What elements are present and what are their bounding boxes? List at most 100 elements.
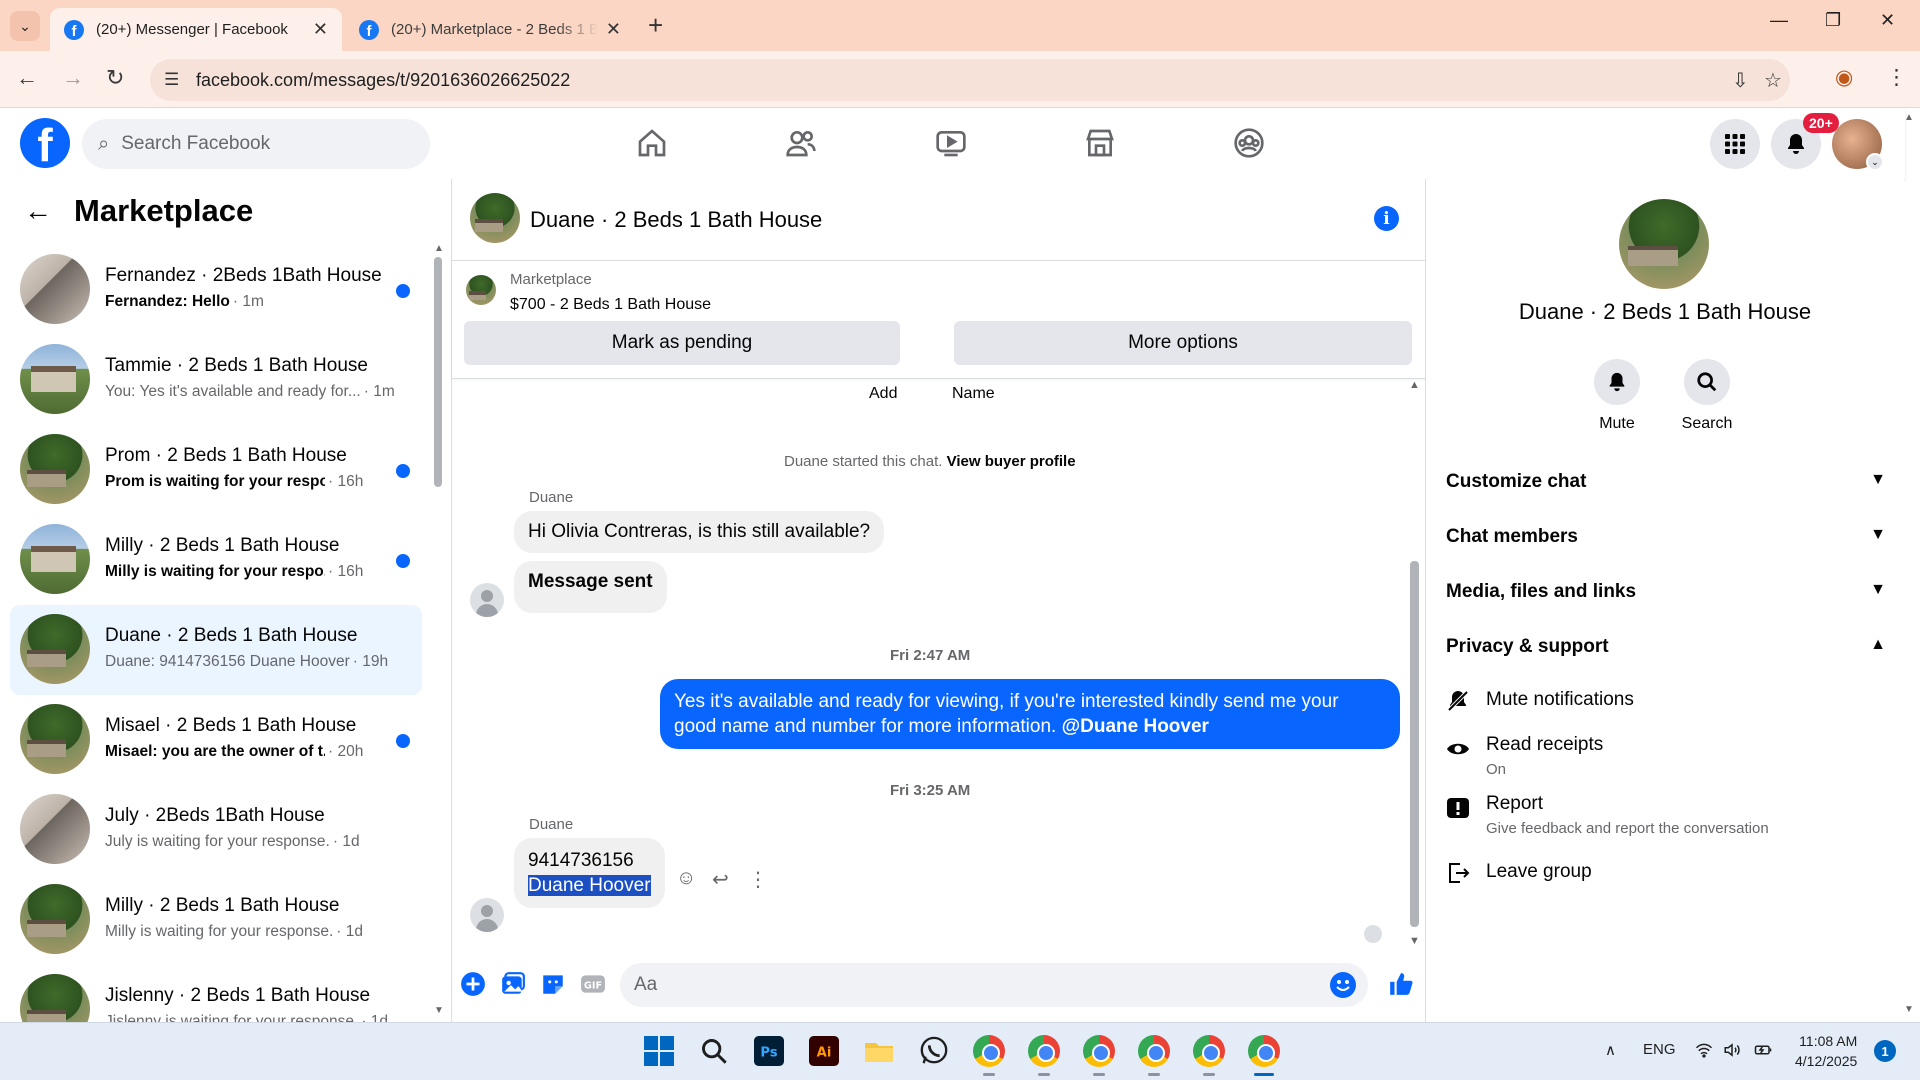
sender-avatar[interactable]: [470, 583, 504, 617]
message-input[interactable]: Aa: [620, 963, 1368, 1007]
conversation-item[interactable]: Fernandez · 2Beds 1Bath House Fernandez: …: [10, 245, 422, 335]
incoming-message[interactable]: Message sent: [514, 561, 667, 613]
notification-count-badge[interactable]: 1: [1874, 1040, 1896, 1062]
mention[interactable]: @Duane Hoover: [1062, 716, 1209, 737]
incoming-message[interactable]: Hi Olivia Contreras, is this still avail…: [514, 511, 885, 553]
facebook-logo-icon[interactable]: f: [20, 118, 70, 168]
chat-title[interactable]: Duane · 2 Beds 1 Bath House: [530, 207, 822, 233]
install-app-icon[interactable]: ⇩: [1732, 68, 1749, 93]
menu-grid-icon[interactable]: [1710, 119, 1760, 169]
incoming-message[interactable]: 9414736156 Duane Hoover: [514, 838, 665, 908]
forward-icon[interactable]: →: [62, 65, 84, 91]
photoshop-icon[interactable]: Ps: [752, 1034, 786, 1068]
listing-price[interactable]: $700 - 2 Beds 1 Bath House: [510, 296, 711, 314]
privacy-support-section[interactable]: Privacy & support ▲: [1446, 636, 1886, 658]
chat-avatar[interactable]: [470, 193, 520, 243]
conversation-item[interactable]: Misael · 2 Beds 1 Bath House Misael: you …: [10, 695, 422, 785]
file-explorer-icon[interactable]: [862, 1034, 896, 1068]
leave-group-item[interactable]: Leave group: [1446, 861, 1886, 891]
search-in-chat-button[interactable]: Search: [1662, 359, 1752, 433]
media-files-section[interactable]: Media, files and links ▼: [1446, 581, 1886, 603]
scroll-down-arrow[interactable]: ▼: [434, 1005, 444, 1016]
menu-kebab-icon[interactable]: ⋮: [1886, 65, 1907, 90]
close-tab-icon[interactable]: ✕: [606, 19, 621, 40]
outgoing-message[interactable]: Yes it's available and ready for viewing…: [660, 679, 1400, 749]
back-icon[interactable]: ←: [16, 65, 38, 91]
sender-avatar[interactable]: [470, 898, 504, 932]
language-indicator[interactable]: ENG: [1643, 1041, 1676, 1058]
chrome-profile-4-icon[interactable]: [1137, 1034, 1171, 1068]
battery-icon[interactable]: [1752, 1041, 1774, 1063]
plus-circle-icon[interactable]: [460, 971, 486, 997]
window-close-icon[interactable]: ✕: [1880, 10, 1895, 31]
conversation-scrollbar[interactable]: [434, 257, 442, 487]
sticker-icon[interactable]: [540, 971, 566, 997]
back-arrow-icon[interactable]: ←: [24, 195, 52, 227]
scroll-down-arrow[interactable]: ▼: [1409, 935, 1420, 947]
search-input[interactable]: ⌕ Search Facebook: [82, 119, 430, 169]
more-options-button[interactable]: More options: [954, 321, 1412, 365]
search-icon[interactable]: [697, 1034, 731, 1068]
tab-search-dropdown[interactable]: ⌄: [10, 11, 40, 41]
scroll-up-arrow[interactable]: ▲: [434, 243, 444, 254]
show-hidden-icons[interactable]: ∧: [1605, 1041, 1616, 1059]
mute-notifications-item[interactable]: Mute notifications: [1446, 689, 1886, 719]
chrome-profile-2-icon[interactable]: [1027, 1034, 1061, 1068]
clock[interactable]: 11:08 AM 4/12/2025: [1795, 1031, 1857, 1071]
photo-icon[interactable]: [500, 971, 526, 997]
video-icon[interactable]: [931, 125, 971, 161]
conversation-item[interactable]: Tammie · 2 Beds 1 Bath House You: Yes it'…: [10, 335, 422, 425]
listing-thumbnail[interactable]: [466, 275, 496, 305]
whatsapp-icon[interactable]: [917, 1034, 951, 1068]
close-tab-icon[interactable]: ✕: [313, 19, 328, 40]
chrome-profile-5-icon[interactable]: [1192, 1034, 1226, 1068]
bookmark-star-icon[interactable]: ☆: [1764, 68, 1782, 93]
reload-icon[interactable]: ↻: [106, 65, 124, 91]
chrome-profile-1-icon[interactable]: [972, 1034, 1006, 1068]
customize-chat-section[interactable]: Customize chat ▼: [1446, 471, 1886, 493]
wifi-icon[interactable]: [1694, 1041, 1714, 1063]
details-avatar[interactable]: [1619, 199, 1709, 289]
new-tab-button[interactable]: +: [648, 10, 663, 41]
minimize-icon[interactable]: —: [1770, 10, 1788, 31]
view-buyer-profile-link[interactable]: View buyer profile: [947, 453, 1076, 470]
tab-marketplace[interactable]: f (20+) Marketplace - 2 Beds 1 Bath Hous…: [345, 8, 635, 51]
conversation-item[interactable]: Milly · 2 Beds 1 Bath House Milly is wait…: [10, 515, 422, 605]
chrome-profile-3-icon[interactable]: [1082, 1034, 1116, 1068]
conversation-item[interactable]: Milly · 2 Beds 1 Bath House Milly is wait…: [10, 875, 422, 965]
emoji-icon[interactable]: [1330, 972, 1356, 998]
info-icon[interactable]: i: [1374, 206, 1399, 231]
tab-messenger[interactable]: f (20+) Messenger | Facebook ✕: [50, 8, 342, 51]
report-item[interactable]: Report Give feedback and report the conv…: [1446, 793, 1886, 843]
account-avatar[interactable]: ⌄: [1832, 119, 1884, 171]
thumbs-up-icon[interactable]: [1386, 969, 1416, 999]
page-scroll-down-arrow[interactable]: ▼: [1904, 1004, 1914, 1015]
restore-icon[interactable]: ❐: [1825, 10, 1841, 31]
home-icon[interactable]: [632, 125, 672, 161]
chrome-profile-6-icon[interactable]: [1247, 1034, 1281, 1068]
conversation-item[interactable]: July · 2Beds 1Bath House July is waiting …: [10, 785, 422, 875]
conversation-item[interactable]: Duane · 2 Beds 1 Bath House Duane: 941473…: [10, 605, 422, 695]
react-icon[interactable]: ☺: [676, 867, 696, 890]
more-actions-icon[interactable]: ⋮: [748, 867, 768, 892]
mark-as-pending-button[interactable]: Mark as pending: [464, 321, 900, 365]
chat-members-section[interactable]: Chat members ▼: [1446, 526, 1886, 548]
friends-icon[interactable]: [781, 125, 821, 161]
profile-icon[interactable]: ◉: [1835, 65, 1853, 90]
illustrator-icon[interactable]: Ai: [807, 1034, 841, 1068]
thread-scrollbar[interactable]: [1410, 561, 1419, 927]
start-windows-icon[interactable]: [642, 1034, 676, 1068]
address-bar[interactable]: ☰ facebook.com/messages/t/92016360266250…: [150, 59, 1790, 101]
page-scroll-up-arrow[interactable]: ▲: [1904, 112, 1914, 123]
marketplace-icon[interactable]: [1080, 125, 1120, 161]
reply-icon[interactable]: ↩: [712, 867, 729, 892]
site-settings-icon[interactable]: ☰: [164, 70, 179, 90]
read-receipts-item[interactable]: Read receipts On: [1446, 734, 1886, 784]
conversation-item[interactable]: Jislenny · 2 Beds 1 Bath House Jislenny i…: [10, 965, 422, 1022]
volume-icon[interactable]: [1722, 1041, 1742, 1063]
gif-icon[interactable]: GIF: [580, 971, 606, 997]
scroll-up-arrow[interactable]: ▲: [1409, 379, 1420, 391]
groups-icon[interactable]: [1229, 125, 1269, 161]
mute-button[interactable]: Mute: [1572, 359, 1662, 433]
conversation-item[interactable]: Prom · 2 Beds 1 Bath House Prom is waitin…: [10, 425, 422, 515]
